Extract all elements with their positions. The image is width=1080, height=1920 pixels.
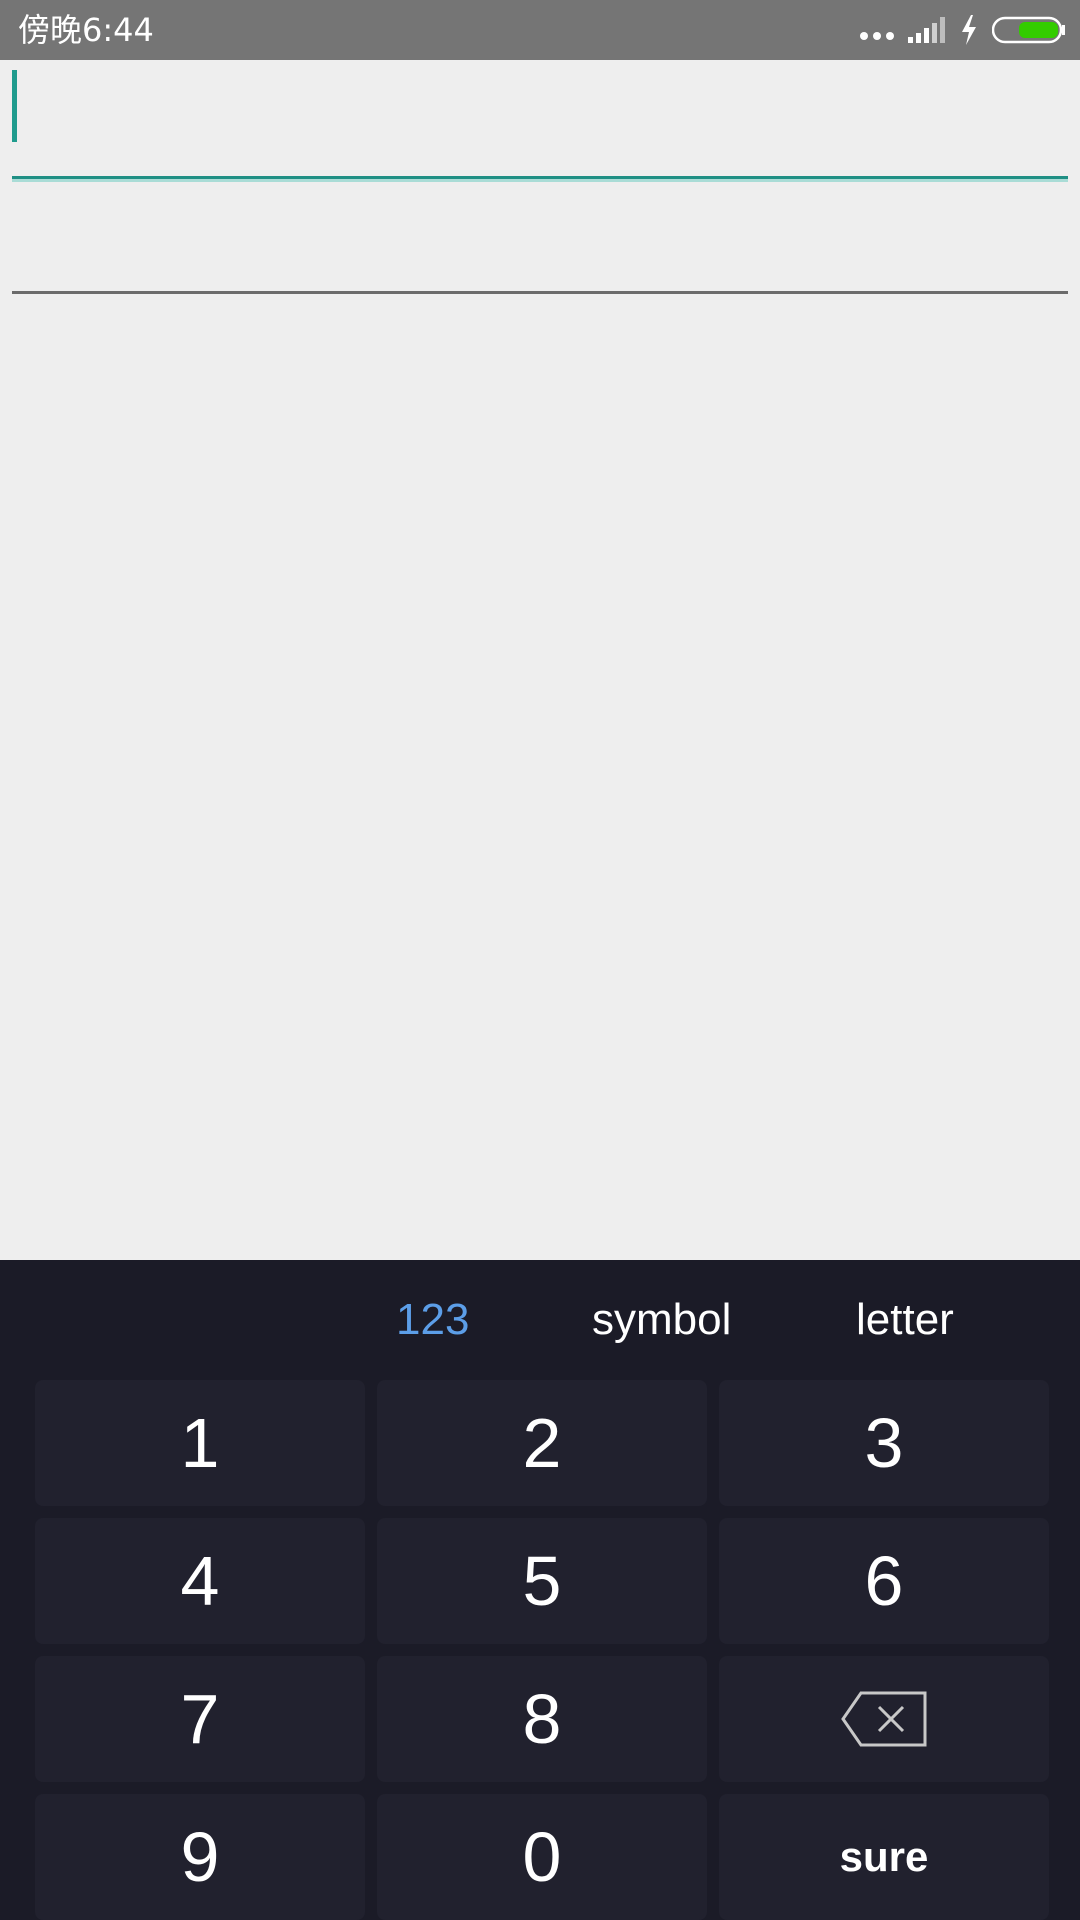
tab-123[interactable]: 123 — [396, 1294, 469, 1346]
key-5[interactable]: 5 — [377, 1518, 707, 1644]
input-underline — [12, 291, 1068, 294]
keyboard-tabs: 123 symbol letter — [0, 1260, 1080, 1380]
key-7[interactable]: 7 — [35, 1656, 365, 1782]
backspace-icon — [841, 1691, 927, 1747]
content-area — [0, 60, 1080, 1260]
key-9[interactable]: 9 — [35, 1794, 365, 1920]
custom-keyboard: 123 symbol letter 1 2 3 4 5 6 7 8 9 0 su… — [0, 1260, 1080, 1920]
key-2[interactable]: 2 — [377, 1380, 707, 1506]
battery-icon — [992, 16, 1065, 44]
charging-icon — [962, 15, 976, 45]
tab-symbol[interactable]: symbol — [592, 1294, 731, 1346]
sure-button[interactable]: sure — [719, 1794, 1049, 1920]
backspace-key[interactable] — [719, 1656, 1049, 1782]
text-cursor — [12, 70, 17, 142]
key-1[interactable]: 1 — [35, 1380, 365, 1506]
text-input-1[interactable] — [12, 70, 1068, 182]
key-0[interactable]: 0 — [377, 1794, 707, 1920]
input-underline-active — [12, 176, 1068, 182]
text-input-2[interactable] — [12, 190, 1068, 294]
status-bar: 傍晚6:44 — [0, 0, 1080, 60]
key-4[interactable]: 4 — [35, 1518, 365, 1644]
input-field-1[interactable] — [12, 70, 1068, 182]
input-field-2[interactable] — [12, 190, 1068, 294]
status-time: 傍晚6:44 — [18, 11, 154, 49]
signal-icon — [908, 17, 945, 43]
key-6[interactable]: 6 — [719, 1518, 1049, 1644]
status-icons — [860, 14, 1066, 46]
more-dots-icon — [860, 20, 894, 40]
key-3[interactable]: 3 — [719, 1380, 1049, 1506]
tab-letter[interactable]: letter — [856, 1294, 954, 1346]
key-8[interactable]: 8 — [377, 1656, 707, 1782]
